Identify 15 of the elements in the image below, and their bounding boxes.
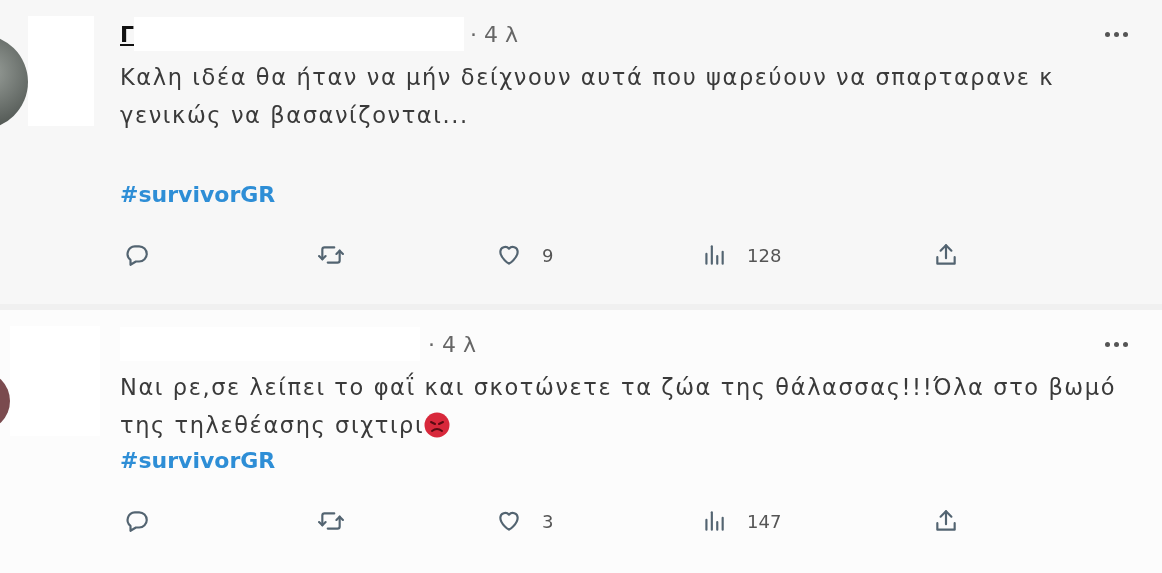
timestamp[interactable]: · 4 λ (428, 331, 476, 357)
reply-icon[interactable] (124, 242, 150, 268)
hashtag-link[interactable]: #survivorGR (120, 178, 1132, 212)
tweet-text: Ναι ρε,σε λείπει το φαΐ και σκοτώνετε τα ζώα της θάλασσας!!!Όλα στο βωμό της τηλεθέασης σιχτιρι (120, 371, 1118, 440)
like-count: 3 (542, 510, 554, 532)
reply-icon[interactable] (124, 508, 150, 534)
share-icon[interactable] (933, 508, 959, 534)
tweet-text: Καλη ιδέα θα ήταν να μήν δείχνουν αυτά που ψαρεύουν να σπαρταρανε κ γενικώς να βασανίζονται... (120, 63, 1056, 130)
view-count: 147 (747, 510, 782, 532)
author-name[interactable]: Γ (120, 21, 135, 47)
share-icon[interactable] (933, 242, 959, 268)
view-count: 128 (747, 244, 782, 266)
hashtag-link[interactable]: #survivorGR (120, 444, 1132, 478)
like-count: 9 (542, 244, 554, 266)
timestamp[interactable]: · 4 λ (470, 21, 519, 47)
